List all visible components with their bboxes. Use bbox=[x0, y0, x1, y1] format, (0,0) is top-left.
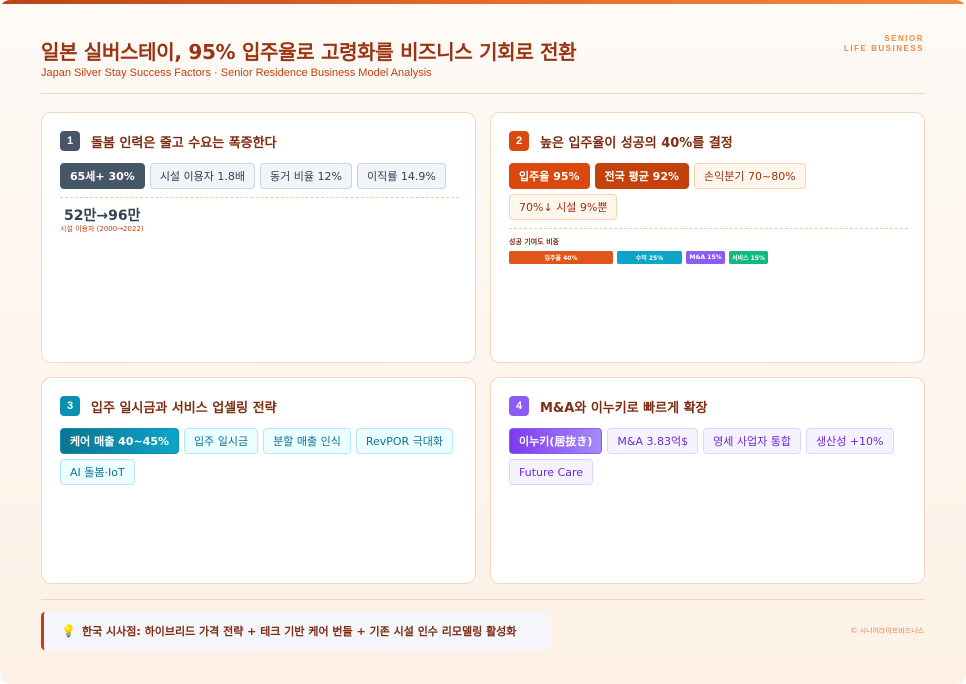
chip-stat: 손익분기 70~80% bbox=[694, 163, 806, 189]
dashed-divider bbox=[509, 228, 908, 229]
card-header: 1 돌봄 인력은 줄고 수요는 폭증한다 bbox=[60, 131, 277, 151]
facility-users-stat: 52만→96만 bbox=[64, 208, 141, 224]
chip-stat: 시설 이용자 1.8배 bbox=[149, 163, 256, 189]
chip-stat: 분할 매출 인식 bbox=[263, 428, 351, 454]
lightbulb-icon: 💡 bbox=[61, 624, 76, 638]
infographic-page: 일본 실버스테이, 95% 입주율로 고령화를 비즈니스 기회로 전환 Japa… bbox=[0, 0, 966, 684]
card-header: 4 M&A와 이누키로 빠르게 확장 bbox=[509, 396, 708, 416]
brand-tag-line1: SENIOR bbox=[884, 34, 924, 43]
dashed-divider bbox=[60, 197, 459, 198]
contribution-bar: 수익 25% bbox=[617, 251, 682, 264]
chip-stat: 생산성 +10% bbox=[805, 428, 894, 454]
chip-stat: 70%↓ 시설 9%뿐 bbox=[509, 194, 618, 220]
contribution-bar-chart: 입주율 40% 수익 25% M&A 15% 서비스 15% bbox=[509, 251, 768, 264]
brand-tag-line2: LIFE BUSINESS bbox=[844, 44, 924, 53]
chip-stat: 65세+ 30% bbox=[60, 163, 145, 189]
chip-stat: 입주 일시금 bbox=[184, 428, 259, 454]
chip-group: 입주율 95% 전국 평균 92% 손익분기 70~80% 70%↓ 시설 9%… bbox=[509, 163, 909, 220]
card-upselling: 3 입주 일시금과 서비스 업셀링 전략 케어 매출 40~45% 입주 일시금… bbox=[41, 377, 476, 584]
footer-divider bbox=[41, 599, 925, 600]
page-subtitle: Japan Silver Stay Success Factors · Seni… bbox=[41, 67, 432, 79]
card-ma-expansion: 4 M&A와 이누키로 빠르게 확장 이누키(居抜き) M&A 3.83억$ 영… bbox=[490, 377, 925, 584]
card-number-badge: 3 bbox=[60, 396, 80, 416]
chip-stat: 전국 평균 92% bbox=[594, 163, 689, 189]
callout-text: 한국 시사점: 하이브리드 가격 전략 + 테크 기반 케어 번들 + 기존 시… bbox=[81, 625, 517, 638]
brand-tag: SENIOR LIFE BUSINESS bbox=[844, 34, 924, 54]
chip-stat: 이직률 14.9% bbox=[356, 163, 446, 189]
chip-stat: RevPOR 극대화 bbox=[355, 428, 454, 454]
chip-stat: 이누키(居抜き) bbox=[509, 428, 603, 454]
card-header: 3 입주 일시금과 서비스 업셀링 전략 bbox=[60, 396, 277, 416]
contribution-bar: M&A 15% bbox=[686, 251, 725, 264]
chip-stat: Future Care bbox=[509, 459, 593, 485]
card-number-badge: 2 bbox=[509, 131, 529, 151]
chip-stat: AI 돌봄·IoT bbox=[60, 459, 135, 485]
card-number-badge: 1 bbox=[60, 131, 80, 151]
chip-group: 케어 매출 40~45% 입주 일시금 분할 매출 인식 RevPOR 극대화 … bbox=[60, 428, 460, 485]
chip-stat: 동거 비율 12% bbox=[260, 163, 352, 189]
card-number-badge: 4 bbox=[509, 396, 529, 416]
chip-stat: M&A 3.83억$ bbox=[607, 428, 699, 454]
top-accent-bar bbox=[0, 0, 966, 4]
contribution-bar: 입주율 40% bbox=[509, 251, 613, 264]
contribution-bar: 서비스 15% bbox=[729, 251, 768, 264]
facility-users-caption: 시설 이용자 (2000→2022) bbox=[60, 225, 144, 233]
contribution-bar-title: 성공 기여도 비중 bbox=[509, 238, 559, 246]
chip-stat: 입주율 95% bbox=[509, 163, 590, 189]
card-title: M&A와 이누키로 빠르게 확장 bbox=[540, 400, 708, 416]
chip-group: 이누키(居抜き) M&A 3.83억$ 영세 사업자 통합 생산성 +10% F… bbox=[509, 428, 909, 485]
header-divider bbox=[41, 93, 925, 94]
card-occupancy: 2 높은 입주율이 성공의 40%를 결정 입주율 95% 전국 평균 92% … bbox=[490, 112, 925, 363]
chip-stat: 영세 사업자 통합 bbox=[703, 428, 801, 454]
copyright: © 시니어라이프비즈니스 bbox=[850, 627, 924, 635]
korea-implication-callout: 💡 한국 시사점: 하이브리드 가격 전략 + 테크 기반 케어 번들 + 기존… bbox=[41, 612, 550, 650]
card-header: 2 높은 입주율이 성공의 40%를 결정 bbox=[509, 131, 733, 151]
chip-stat: 케어 매출 40~45% bbox=[60, 428, 179, 454]
card-title: 높은 입주율이 성공의 40%를 결정 bbox=[540, 135, 733, 151]
page-title: 일본 실버스테이, 95% 입주율로 고령화를 비즈니스 기회로 전환 bbox=[41, 40, 577, 64]
card-care-demand: 1 돌봄 인력은 줄고 수요는 폭증한다 65세+ 30% 시설 이용자 1.8… bbox=[41, 112, 476, 363]
chip-group: 65세+ 30% 시설 이용자 1.8배 동거 비율 12% 이직률 14.9% bbox=[60, 163, 460, 189]
card-title: 입주 일시금과 서비스 업셀링 전략 bbox=[91, 400, 277, 416]
card-title: 돌봄 인력은 줄고 수요는 폭증한다 bbox=[91, 135, 277, 151]
